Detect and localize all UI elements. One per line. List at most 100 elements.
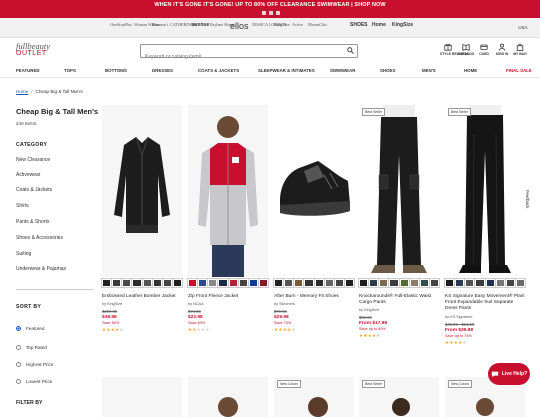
product-card-partial[interactable]	[188, 377, 268, 417]
nav-home[interactable]: HOME	[464, 68, 477, 73]
color-swatch[interactable]	[343, 278, 356, 288]
card-button[interactable]: CARD	[476, 43, 492, 56]
color-swatch[interactable]	[333, 278, 345, 288]
promo-banner[interactable]: WHEN IT'S GONE IT'S GONE! UP TO 80% OFF …	[0, 0, 540, 18]
color-swatch[interactable]	[313, 278, 325, 288]
color-swatch[interactable]	[514, 278, 527, 288]
radio[interactable]	[16, 345, 21, 350]
color-swatch[interactable]	[237, 278, 249, 288]
nav-swimwear[interactable]: SWIMWEAR	[330, 68, 355, 73]
my-bag-button[interactable]: MY BAG	[512, 43, 528, 56]
color-swatch[interactable]	[388, 278, 400, 288]
nav-sleepwear[interactable]: SLEEPWEAR & INTIMATES	[258, 68, 315, 73]
color-swatch[interactable]	[272, 278, 285, 288]
product-card[interactable]: After Burn - Memory Fit Shoes by Skecher…	[272, 105, 356, 333]
nav-shoes[interactable]: SHOES	[380, 68, 395, 73]
color-swatch[interactable]	[121, 278, 133, 288]
feedback-tab[interactable]: Feedback	[525, 190, 530, 208]
search-icon[interactable]	[347, 47, 354, 54]
product-image[interactable]: Best Seller	[359, 105, 439, 277]
category-new-clearance[interactable]: New Clearance	[16, 157, 50, 163]
brand-link[interactable]: Roaman's	[152, 22, 168, 27]
color-swatch[interactable]	[111, 278, 123, 288]
color-swatch[interactable]	[474, 278, 486, 288]
sign-in-button[interactable]: SIGN IN	[494, 43, 510, 56]
category-shirts[interactable]: Shirts	[16, 203, 29, 209]
carousel-next[interactable]	[276, 11, 280, 15]
nav-tops[interactable]: TOPS	[64, 68, 76, 73]
color-swatch[interactable]	[378, 278, 390, 288]
color-swatch[interactable]	[197, 278, 209, 288]
sort-option-top-rated[interactable]: Top Rated	[16, 345, 47, 350]
brand-link[interactable]: SHOES	[350, 22, 368, 28]
product-image[interactable]	[102, 105, 182, 277]
product-name[interactable]: After Burn - Memory Fit Shoes	[274, 294, 354, 300]
color-swatch[interactable]	[418, 278, 430, 288]
product-card-partial[interactable]	[102, 377, 182, 417]
category-shoes-accessories[interactable]: Shoes & Accessories	[16, 235, 63, 241]
nav-featured[interactable]: FEATURED	[16, 68, 40, 73]
color-swatch[interactable]	[398, 278, 410, 288]
brand-link[interactable]: KingSize	[274, 22, 290, 27]
radio-selected[interactable]	[16, 326, 21, 331]
product-card[interactable]: Best Seller Knockarounds® Full-Elastic W…	[357, 105, 441, 339]
color-swatch[interactable]	[247, 278, 259, 288]
product-name[interactable]: Knockarounds® Full-Elastic Waist Cargo P…	[359, 294, 439, 306]
product-card[interactable]: Embossed Leather Bomber Jacket by KingSi…	[100, 105, 184, 333]
radio[interactable]	[16, 362, 21, 367]
color-swatch[interactable]	[131, 278, 143, 288]
brand-link[interactable]: BloomChic	[308, 22, 327, 27]
brand-link[interactable]: KingSize	[392, 22, 413, 28]
color-swatch[interactable]	[100, 278, 113, 288]
color-swatch[interactable]	[283, 278, 295, 288]
product-image[interactable]	[188, 105, 268, 277]
radio[interactable]	[16, 379, 21, 384]
breadcrumb-home[interactable]: Home	[16, 89, 28, 94]
brand-link[interactable]: avenue	[192, 22, 209, 28]
product-card[interactable]: Zip Front Fleece Jacket by NCAA $74.99 $…	[186, 105, 270, 333]
catalog-button[interactable]: CATALOG	[458, 43, 474, 56]
nav-mens[interactable]: MEN'S	[422, 68, 436, 73]
product-name[interactable]: Embossed Leather Bomber Jacket	[102, 294, 182, 300]
color-swatch[interactable]	[161, 278, 173, 288]
color-swatch[interactable]	[141, 278, 153, 288]
color-swatch[interactable]	[207, 278, 219, 288]
category-suiting[interactable]: Suiting	[16, 251, 31, 257]
style-rewards-button[interactable]: STYLE REWARDS	[440, 43, 469, 56]
color-swatch[interactable]	[494, 278, 506, 288]
product-card-partial[interactable]: Best Seller	[359, 377, 439, 417]
color-swatch[interactable]	[443, 278, 456, 288]
color-swatch[interactable]	[151, 278, 163, 288]
carousel-pause[interactable]	[269, 11, 273, 15]
color-swatch[interactable]	[217, 278, 229, 288]
category-coats-jackets[interactable]: Coats & Jackets	[16, 187, 52, 193]
category-underwear-pajamas[interactable]: Underwear & Pajamas	[16, 266, 66, 272]
brand-link[interactable]: Active	[292, 22, 303, 27]
color-swatch[interactable]	[464, 278, 476, 288]
category-pants-shorts[interactable]: Pants & Shorts	[16, 219, 49, 225]
sort-option-featured[interactable]: Featured	[16, 326, 44, 331]
brand-link[interactable]: Home	[372, 22, 386, 28]
product-image[interactable]: Best Seller	[445, 105, 525, 277]
color-swatch[interactable]	[186, 278, 199, 288]
color-swatch[interactable]	[428, 278, 441, 288]
brand-link[interactable]: ellos	[230, 21, 249, 31]
live-help-button[interactable]: Live Help?	[488, 363, 530, 385]
brand-link[interactable]: OneStopPlus	[110, 22, 132, 27]
sort-option-lowest-price[interactable]: Lowest Price	[16, 379, 52, 384]
search-input[interactable]	[141, 51, 336, 63]
color-swatch[interactable]	[227, 278, 239, 288]
product-card-partial[interactable]: New Colors	[274, 377, 354, 417]
color-swatch[interactable]	[484, 278, 496, 288]
category-activewear[interactable]: Activewear	[16, 172, 40, 178]
color-swatch[interactable]	[257, 278, 270, 288]
color-swatch[interactable]	[368, 278, 380, 288]
carousel-prev[interactable]	[262, 11, 266, 15]
promo-carousel-controls[interactable]	[262, 11, 280, 15]
color-swatch[interactable]	[303, 278, 315, 288]
product-name[interactable]: KS Signature Easy Movement® Plain Front …	[445, 294, 525, 313]
nav-final-sale[interactable]: FINAL SALE	[506, 68, 532, 73]
nav-bottoms[interactable]: BOTTOMS	[105, 68, 127, 73]
country-selector[interactable]: USA	[516, 23, 530, 32]
color-swatch[interactable]	[504, 278, 516, 288]
